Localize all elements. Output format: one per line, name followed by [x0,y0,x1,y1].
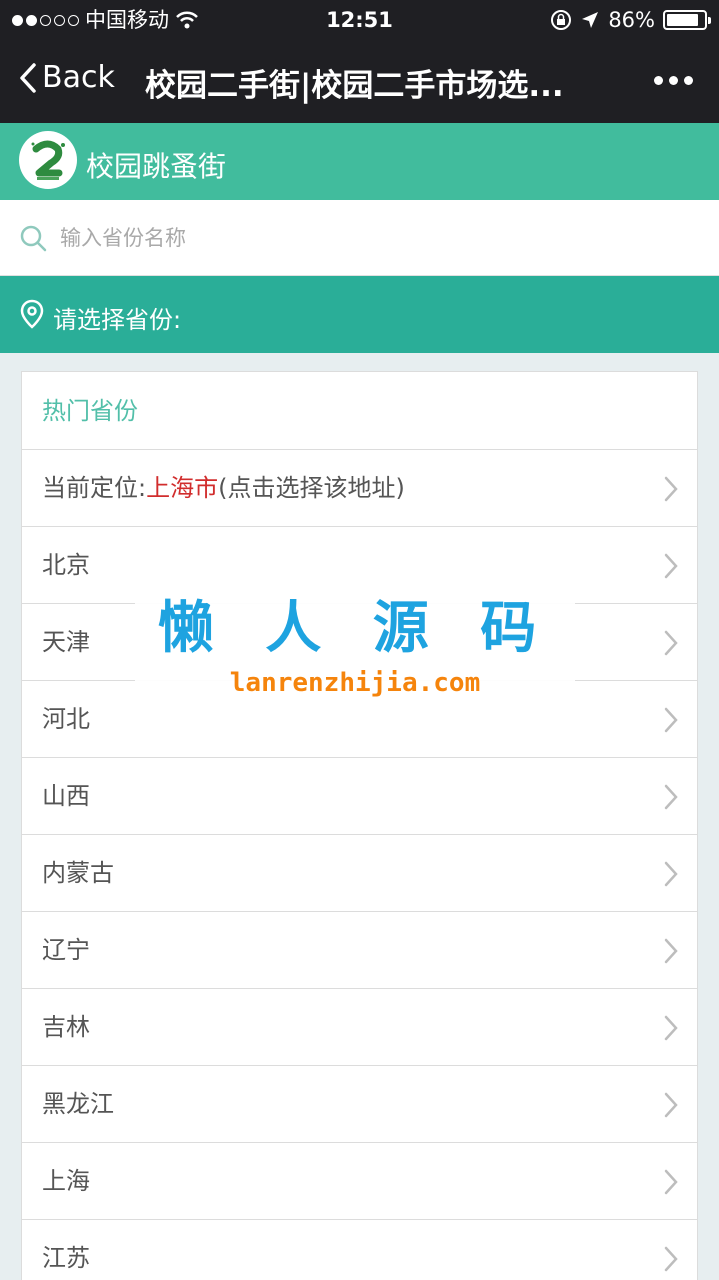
province-name: 河北 [42,705,90,733]
back-button[interactable]: Back [18,60,115,95]
province-name: 山西 [42,782,90,810]
more-menu-button[interactable] [654,76,693,85]
top-bar: 中国移动 12:51 86% Back 校园二手街|校园二手市场选... [0,0,719,123]
page-title: 校园二手街|校园二手市场选... [145,68,564,104]
battery-percent: 86% [608,8,655,32]
location-arrow-icon [582,12,599,28]
province-row[interactable]: 上海 [22,1143,697,1220]
watermark-title: 懒 人 源 码 [157,596,553,661]
current-location-row[interactable]: 当前定位:上海市(点击选择该地址) [22,450,697,527]
chevron-left-icon [20,62,36,93]
province-row[interactable]: 江苏 [22,1220,697,1280]
province-list: 热门省份 当前定位:上海市(点击选择该地址) 北京 天津 河北 山西 内蒙古 辽… [21,371,698,1280]
current-location-city: 上海市 [146,474,219,502]
more-dot-icon [654,76,663,85]
watermark: 懒 人 源 码 lanrenzhijia.com [135,565,575,703]
list-heading: 热门省份 [22,372,697,450]
current-location-hint: (点击选择该地址) [218,474,405,502]
chevron-right-icon [664,476,678,502]
province-name: 内蒙古 [42,859,114,887]
province-name: 上海 [42,1167,90,1195]
location-pin-icon [20,299,44,329]
more-dot-icon [669,76,678,85]
province-name: 天津 [42,628,90,656]
chevron-right-icon [664,553,678,579]
province-row[interactable]: 吉林 [22,989,697,1066]
watermark-url: lanrenzhijia.com [229,668,481,698]
status-right: 86% [550,0,711,40]
back-label: Back [42,60,115,95]
select-province-bar: 请选择省份: [0,276,719,353]
status-bar: 中国移动 12:51 86% [0,0,719,40]
navigation-bar: Back 校园二手街|校园二手市场选... [0,40,719,123]
province-name: 江苏 [42,1244,90,1272]
select-province-label: 请选择省份: [53,306,182,334]
battery-icon [663,10,711,30]
province-name: 辽宁 [42,936,90,964]
more-dot-icon [684,76,693,85]
chevron-right-icon [664,1169,678,1195]
province-row[interactable]: 黑龙江 [22,1066,697,1143]
chevron-right-icon [664,630,678,656]
province-search-input[interactable] [60,218,680,258]
search-bar [0,200,719,276]
province-row[interactable]: 山西 [22,758,697,835]
logo-icon [31,140,65,180]
app-header: 校园跳蚤街 [0,123,719,200]
chevron-right-icon [664,861,678,887]
province-name: 黑龙江 [42,1090,114,1118]
chevron-right-icon [664,707,678,733]
current-location-prefix: 当前定位: [42,474,147,502]
chevron-right-icon [664,1092,678,1118]
chevron-right-icon [664,1015,678,1041]
search-icon [20,225,47,252]
chevron-right-icon [664,1246,678,1272]
chevron-right-icon [664,784,678,810]
province-row[interactable]: 内蒙古 [22,835,697,912]
app-name: 校园跳蚤街 [86,150,227,183]
app-logo [19,131,77,189]
chevron-right-icon [664,938,678,964]
province-row[interactable]: 辽宁 [22,912,697,989]
province-name: 北京 [42,551,90,579]
province-name: 吉林 [42,1013,90,1041]
rotation-lock-icon [551,10,572,30]
